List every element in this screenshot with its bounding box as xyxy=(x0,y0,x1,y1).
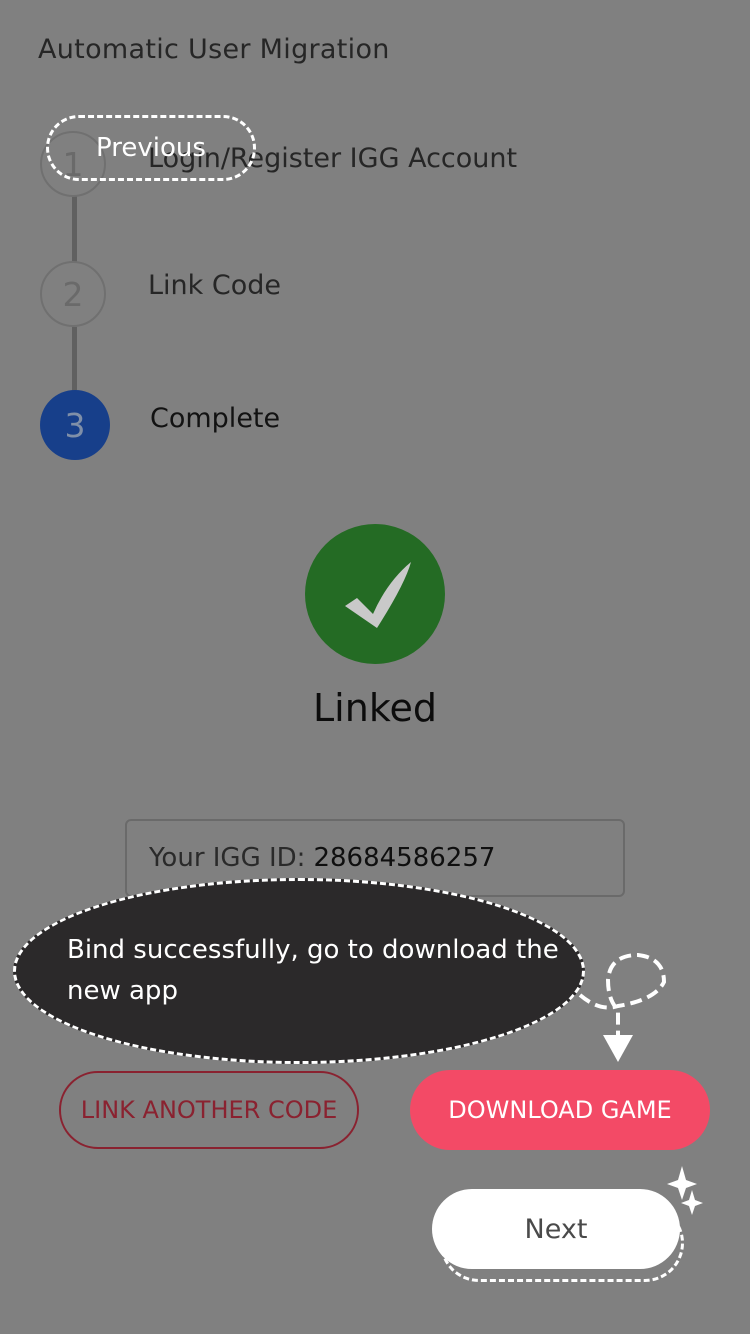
link-another-code-button[interactable]: LINK ANOTHER CODE xyxy=(59,1071,359,1149)
next-button[interactable]: Next xyxy=(432,1189,680,1269)
download-game-button[interactable]: DOWNLOAD GAME xyxy=(410,1070,710,1150)
arrow-down-icon xyxy=(578,952,667,1038)
arrow-head xyxy=(603,1035,633,1062)
